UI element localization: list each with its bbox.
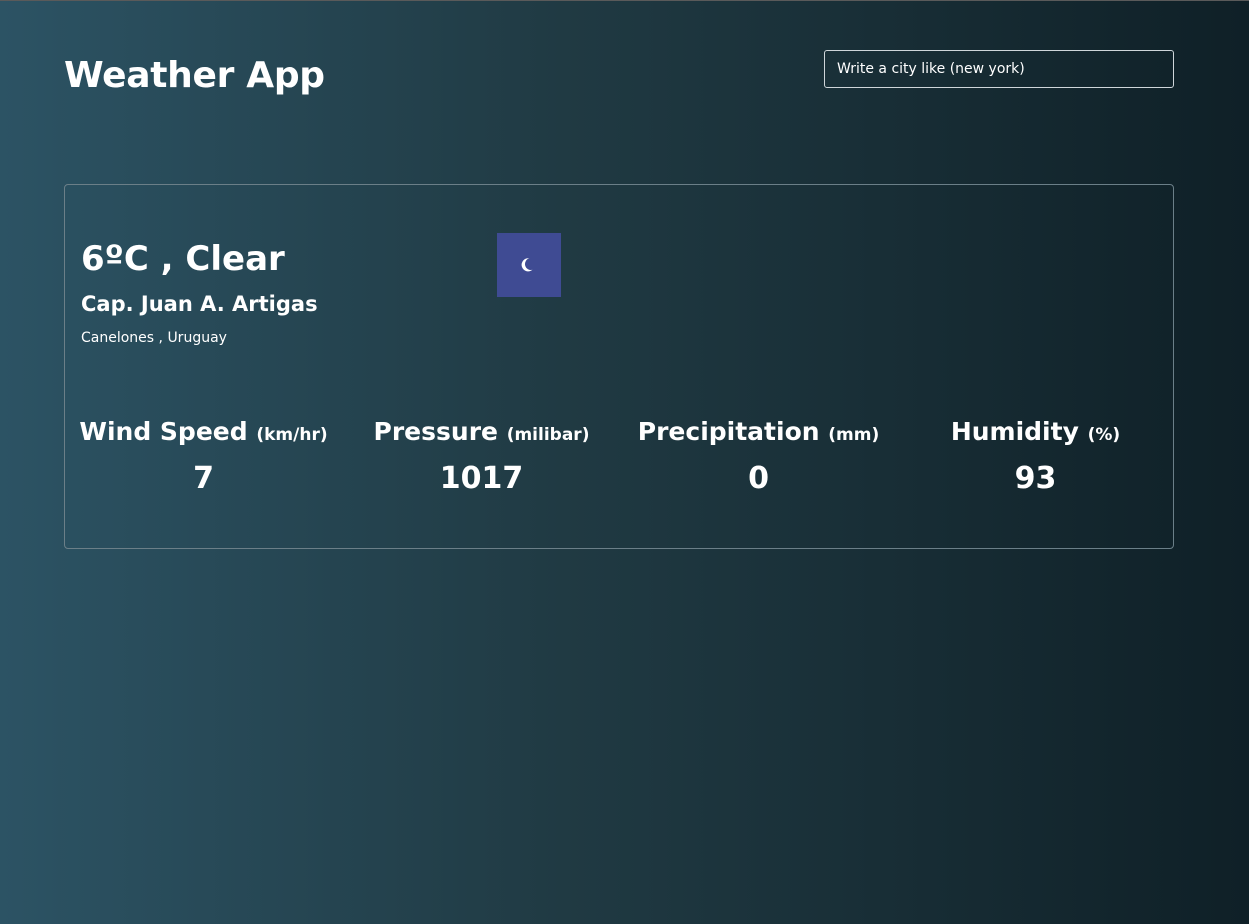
country-name: Uruguay — [167, 330, 227, 346]
app-header: Weather App — [64, 50, 1174, 110]
region-country-separator: , — [154, 330, 168, 346]
stat-precipitation: Precipitation (mm) 0 — [620, 413, 897, 502]
temperature-condition-separator: , — [148, 239, 186, 279]
stat-unit: (milibar) — [506, 425, 590, 445]
weather-condition-icon-box — [497, 233, 561, 297]
current-temperature-condition: 6ºC , Clear — [81, 237, 285, 281]
stat-label: Precipitation — [637, 417, 820, 446]
city-name: Cap. Juan A. Artigas — [81, 292, 318, 316]
region-name: Canelones — [81, 330, 155, 346]
stat-label: Wind Speed — [79, 417, 248, 446]
app-title: Weather App — [64, 55, 325, 96]
temperature-unit: C — [123, 239, 149, 279]
stat-value: 0 — [748, 461, 769, 496]
stat-pressure: Pressure (milibar) 1017 — [343, 413, 620, 502]
stat-value: 1017 — [439, 461, 524, 496]
weather-condition: Clear — [185, 239, 285, 279]
weather-card: 6ºC , Clear Cap. Juan A. Artigas Canelon… — [64, 184, 1174, 549]
stat-label: Pressure — [373, 417, 498, 446]
stat-value: 93 — [1014, 461, 1057, 496]
stat-wind-speed: Wind Speed (km/hr) 7 — [65, 413, 342, 502]
degree-symbol: º — [104, 239, 124, 279]
temperature-value: 6 — [81, 239, 105, 279]
crescent-moon-icon — [521, 258, 533, 272]
stat-label: Humidity — [950, 417, 1079, 446]
window-top-border — [0, 0, 1249, 1]
stat-unit: (km/hr) — [256, 425, 328, 445]
weather-stats: Wind Speed (km/hr) 7 Pressure (milibar) … — [65, 413, 1175, 503]
stat-unit: (%) — [1087, 425, 1121, 445]
city-search-input[interactable] — [824, 50, 1174, 88]
stat-unit: (mm) — [828, 425, 880, 445]
stat-value: 7 — [193, 461, 214, 496]
stat-humidity: Humidity (%) 93 — [897, 413, 1174, 502]
region-country: Canelones , Uruguay — [81, 328, 227, 348]
